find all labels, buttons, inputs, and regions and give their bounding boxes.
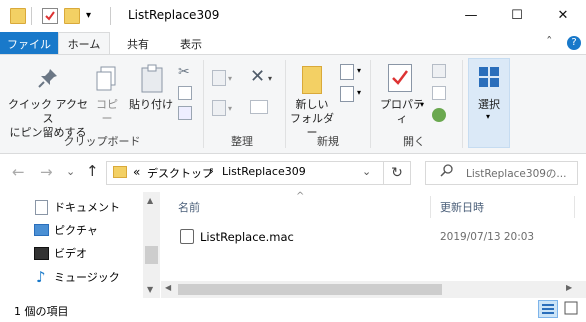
select-grid-icon <box>478 66 500 88</box>
nav-item-videos[interactable]: ビデオ <box>54 242 87 264</box>
edit-icon[interactable] <box>432 86 446 100</box>
forward-button[interactable]: → <box>40 163 53 181</box>
details-view-button[interactable] <box>538 300 558 318</box>
search-icon <box>440 163 454 177</box>
copy-button[interactable]: コピー <box>92 98 122 126</box>
paste-button[interactable]: 貼り付け <box>128 98 174 112</box>
file-name: ListReplace.mac <box>200 230 294 244</box>
scroll-left-icon[interactable]: ◀ <box>165 283 171 292</box>
easy-access-icon[interactable] <box>340 86 354 102</box>
chevron-down-icon: ▾ <box>228 104 233 113</box>
new-folder-icon <box>302 66 322 94</box>
document-icon <box>35 200 48 215</box>
breadcrumb-desktop[interactable]: デスクトップ <box>147 165 213 181</box>
refresh-button[interactable]: ↻ <box>383 161 411 185</box>
chevron-down-icon: ▾ <box>486 112 491 121</box>
copy-icon <box>96 66 118 92</box>
breadcrumb-overflow[interactable]: « <box>133 165 140 179</box>
tab-share[interactable]: 共有 <box>118 32 158 55</box>
column-divider <box>430 196 431 218</box>
nav-item-documents[interactable]: ドキュメント <box>54 196 120 218</box>
title-separator <box>110 7 111 25</box>
status-bar <box>0 298 586 322</box>
tab-file[interactable]: ファイル <box>0 32 58 55</box>
history-icon[interactable] <box>432 108 446 122</box>
video-icon <box>34 247 49 260</box>
picture-icon <box>34 224 49 236</box>
nav-scrollbar-thumb[interactable] <box>145 246 158 264</box>
window-title: ListReplace309 <box>128 8 220 22</box>
breadcrumb-separator[interactable]: › <box>209 164 214 178</box>
recent-locations-button[interactable]: ⌄ <box>66 165 75 178</box>
back-button[interactable]: ← <box>12 163 25 181</box>
chevron-down-icon: ▾ <box>357 66 362 75</box>
scroll-up-icon[interactable]: ▲ <box>147 196 153 205</box>
nav-scrollbar[interactable] <box>143 192 160 298</box>
music-icon: ♪ <box>36 268 46 286</box>
scroll-right-icon[interactable]: ▶ <box>566 283 572 292</box>
folder-icon <box>113 166 127 178</box>
tab-home[interactable]: ホーム <box>58 32 110 55</box>
qat-separator <box>31 7 32 25</box>
file-date: 2019/07/13 20:03 <box>440 231 535 243</box>
chevron-down-icon: ▾ <box>228 74 233 83</box>
search-placeholder: ListReplace309の... <box>466 168 567 180</box>
copy-to-icon[interactable] <box>212 100 226 116</box>
maximize-button[interactable]: ☐ <box>494 0 540 31</box>
ribbon-separator <box>370 60 371 148</box>
address-dropdown-button[interactable]: ⌄ <box>362 165 371 178</box>
group-organize-label: 整理 <box>231 135 253 148</box>
new-item-icon[interactable] <box>340 64 354 80</box>
large-icons-view-button[interactable] <box>562 300 582 318</box>
nav-item-pictures[interactable]: ピクチャ <box>54 219 98 241</box>
properties-qat-icon[interactable] <box>42 8 58 24</box>
rename-icon[interactable] <box>250 100 268 114</box>
select-label: 選択 <box>478 98 500 111</box>
horizontal-scrollbar-thumb[interactable] <box>178 284 442 295</box>
new-folder-qat-icon[interactable] <box>64 8 80 24</box>
help-button[interactable]: ? <box>567 36 581 50</box>
qat-customize-icon[interactable]: ▾ <box>86 10 91 21</box>
ribbon-separator <box>462 60 463 148</box>
folder-icon <box>10 8 26 24</box>
macro-file-icon <box>180 229 194 244</box>
nav-item-music[interactable]: ミュージック <box>54 266 120 288</box>
group-open-label: 開く <box>403 135 425 148</box>
column-header-name[interactable]: 名前 <box>178 199 200 215</box>
column-divider <box>574 196 575 218</box>
sort-indicator: ^ <box>296 191 305 202</box>
close-button[interactable]: ✕ <box>540 0 586 31</box>
scroll-down-icon[interactable]: ▼ <box>147 285 153 294</box>
ribbon-separator <box>285 60 286 148</box>
move-to-icon[interactable] <box>212 70 226 86</box>
copy-path-icon[interactable] <box>178 86 192 100</box>
item-count: 1 個の項目 <box>14 305 69 318</box>
chevron-down-icon: ▾ <box>420 100 425 109</box>
chevron-down-icon: ▾ <box>357 88 362 97</box>
up-button[interactable]: ↑ <box>86 162 99 180</box>
cut-icon[interactable]: ✂ <box>178 64 190 80</box>
breadcrumb-current[interactable]: ListReplace309 <box>222 165 306 178</box>
properties-icon <box>388 64 412 92</box>
pin-icon <box>36 66 60 90</box>
delete-icon[interactable]: ✕ <box>250 66 265 87</box>
paste-shortcut-icon[interactable] <box>178 106 192 120</box>
tab-view[interactable]: 表示 <box>170 32 212 55</box>
minimize-button[interactable]: — <box>448 0 494 31</box>
group-new-label: 新規 <box>317 135 339 148</box>
paste-icon <box>140 64 164 94</box>
table-row[interactable]: ListReplace.mac 2019/07/13 20:03 <box>170 226 570 248</box>
column-header-date[interactable]: 更新日時 <box>440 199 484 215</box>
group-clipboard-label: クリップボード <box>63 135 141 148</box>
collapse-ribbon-button[interactable]: ˆ <box>546 36 553 51</box>
ribbon-separator <box>203 60 204 148</box>
chevron-down-icon: ▾ <box>268 74 273 83</box>
open-icon[interactable] <box>432 64 446 78</box>
